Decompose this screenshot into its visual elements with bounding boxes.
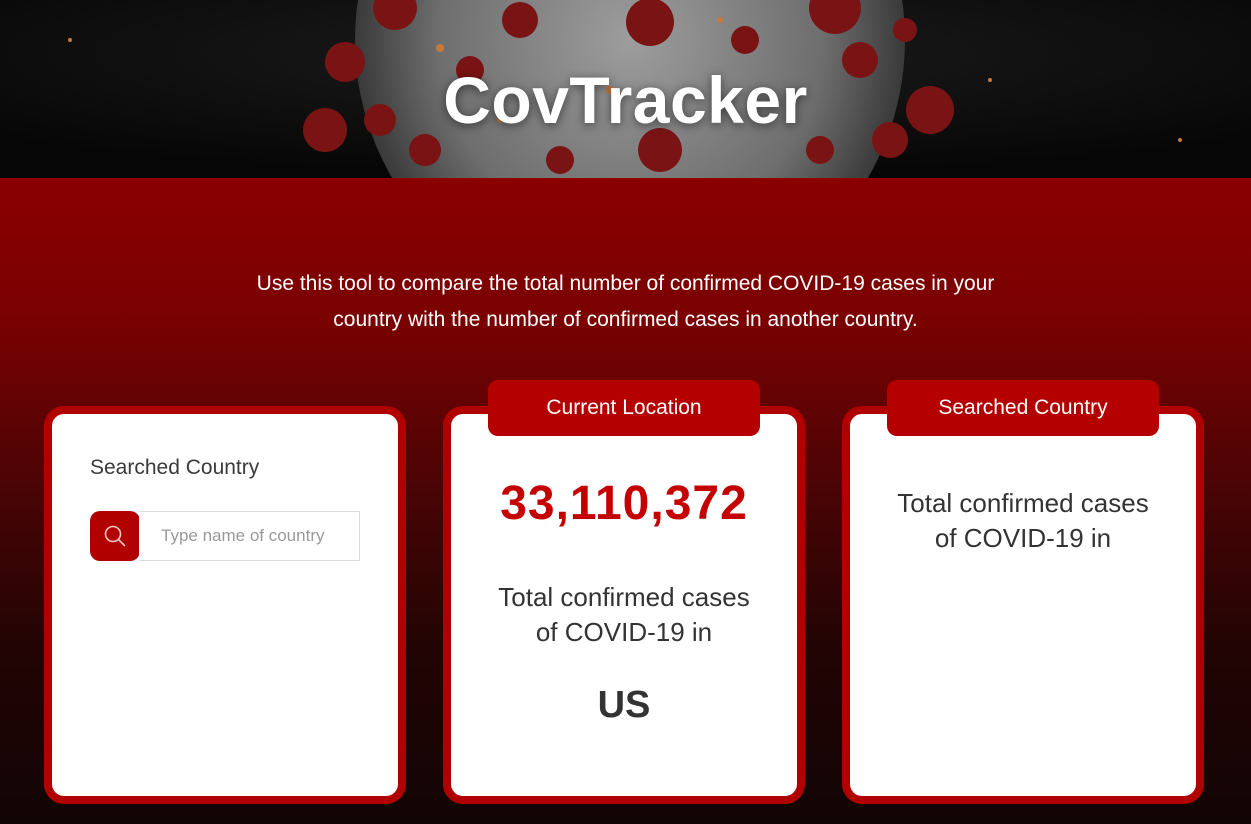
searched-country-card: Searched Country Total confirmed cases o…: [842, 380, 1204, 804]
search-button[interactable]: [90, 511, 140, 561]
current-cases-description: Total confirmed cases of COVID-19 in: [451, 580, 797, 650]
current-country-name: US: [597, 684, 651, 726]
main-section: Use this tool to compare the total numbe…: [0, 178, 1251, 824]
intro-text: Use this tool to compare the total numbe…: [200, 266, 1051, 338]
intro-line-1: Use this tool to compare the total numbe…: [256, 272, 995, 295]
search-card: Searched Country: [44, 406, 406, 804]
search-box: [90, 511, 360, 561]
intro-line-2: country with the number of confirmed cas…: [333, 308, 918, 331]
current-location-card: Current Location 33,110,372 Total confir…: [443, 380, 805, 804]
cases-text-line-2: of COVID-19 in: [934, 523, 1112, 553]
searched-country-tab: Searched Country: [887, 380, 1159, 436]
cases-text-line-2: of COVID-19 in: [535, 617, 713, 647]
search-label: Searched Country: [90, 456, 260, 479]
search-icon: [104, 525, 126, 547]
hero-banner: CovTracker: [0, 0, 1251, 178]
cases-text-line-1: Total confirmed cases: [498, 582, 750, 612]
current-cases-count: 33,110,372: [500, 477, 748, 530]
current-location-tab: Current Location: [488, 380, 760, 436]
searched-cases-description: Total confirmed cases of COVID-19 in: [850, 486, 1196, 556]
app-title: CovTracker: [443, 63, 808, 137]
cases-text-line-1: Total confirmed cases: [897, 488, 1149, 518]
country-search-input[interactable]: [139, 511, 360, 561]
